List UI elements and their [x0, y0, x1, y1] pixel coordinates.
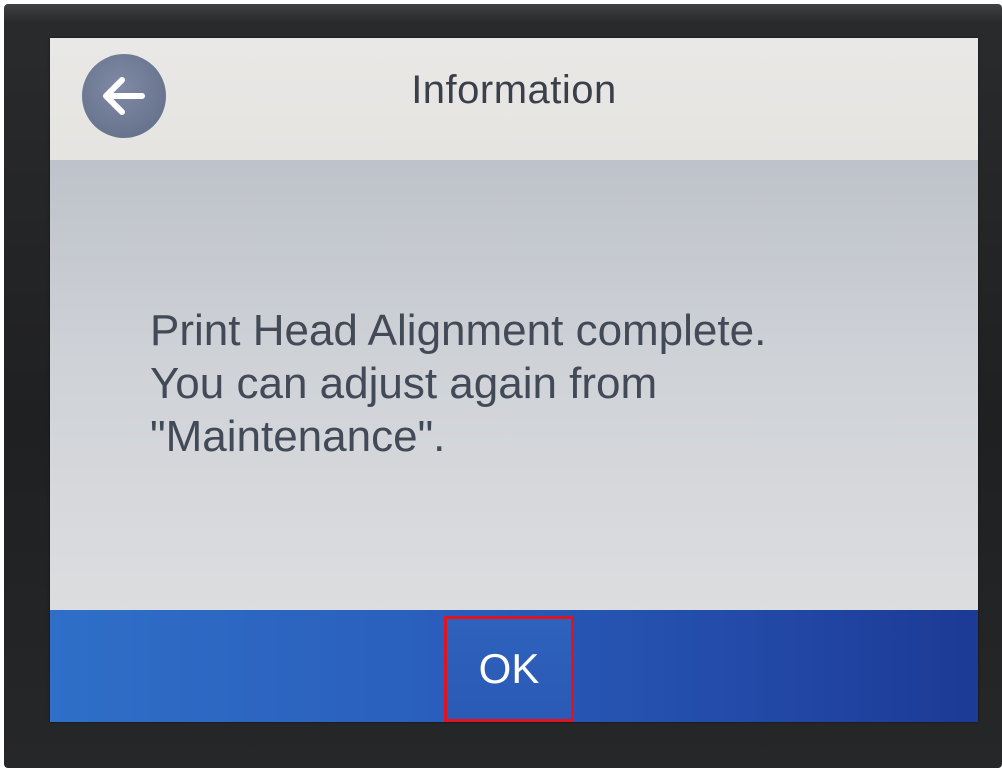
header-bar: Information [50, 38, 978, 160]
lcd-screen: Information Print Head Alignment complet… [50, 38, 978, 722]
printer-control-panel: Information Print Head Alignment complet… [0, 0, 1002, 771]
message-line: "Maintenance". [150, 412, 446, 461]
bezel-shine [4, 4, 1002, 22]
footer-bar: OK [50, 610, 978, 722]
info-message: Print Head Alignment complete. You can a… [150, 304, 940, 463]
message-area: Print Head Alignment complete. You can a… [50, 160, 978, 610]
message-line: You can adjust again from [150, 359, 658, 408]
page-title: Information [411, 68, 617, 112]
message-line: Print Head Alignment complete. [150, 306, 767, 355]
ok-button[interactable]: OK [444, 616, 574, 722]
